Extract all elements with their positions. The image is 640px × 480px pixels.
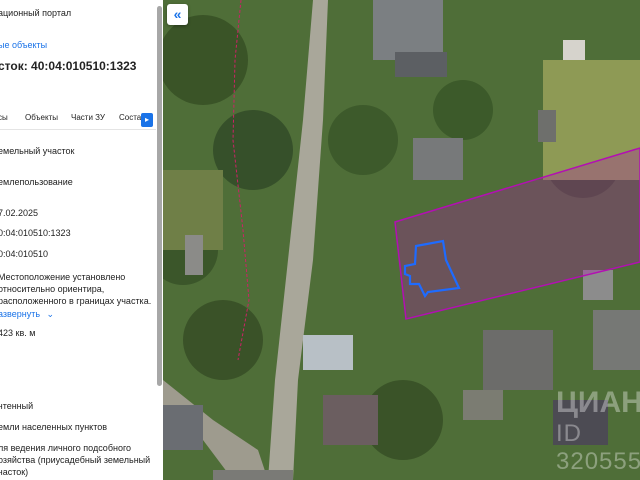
tab-scroll-button[interactable]: ▸ [141,113,153,127]
page-title: сток: 40:04:010510:1323 [0,59,137,73]
field-date: 7.02.2025 [0,208,39,218]
field-category: емли населенных пунктов [0,422,108,432]
location-line-3: расположенного в границах участка. [0,296,152,306]
field-area: 423 кв. м [0,328,36,338]
usage-line-1: ля ведения личного подсобного [0,443,132,453]
portal-title: ационный портал [0,8,72,18]
watermark-brand: ЦИАН [556,386,640,419]
field-cadastral-number: 0:04:010510:1323 [0,228,71,238]
panel-scrollbar[interactable] [157,6,162,386]
field-type: емельный участок [0,146,75,156]
tab-objects[interactable]: Объекты [25,113,58,122]
satellite-map[interactable]: ЦИАН ID 320555126 [163,0,640,480]
watermark-id: ID 320555126 [556,420,640,475]
expand-link[interactable]: азвернуть ⌄ [0,309,54,320]
collapse-panel-button[interactable]: « [167,4,188,25]
chevron-right-icon: ▸ [144,115,149,124]
double-chevron-left-icon: « [173,6,182,22]
location-line-1: Местоположение установлено [0,272,126,282]
chevron-down-icon: ⌄ [46,309,55,319]
tab-composition[interactable]: Соста [119,113,141,122]
tab-bar: сы Объекты Части ЗУ Соста [0,113,158,127]
expand-label: азвернуть [0,309,41,319]
location-line-2: относительно ориентира, [0,284,105,294]
tab-parts[interactable]: Части ЗУ [71,113,105,122]
field-quarter: 0:04:010510 [0,249,49,259]
tab-divider [0,129,156,130]
usage-line-3: часток) [0,467,29,477]
usage-line-2: озяйства (приусадебный земельный [0,455,151,465]
back-link[interactable]: ые объекты [0,40,47,50]
field-status: чтенный [0,401,34,411]
field-ownership: емлепользование [0,177,73,187]
tab-1[interactable]: сы [0,113,8,122]
info-panel: ационный портал ые объекты сток: 40:04:0… [0,0,163,480]
